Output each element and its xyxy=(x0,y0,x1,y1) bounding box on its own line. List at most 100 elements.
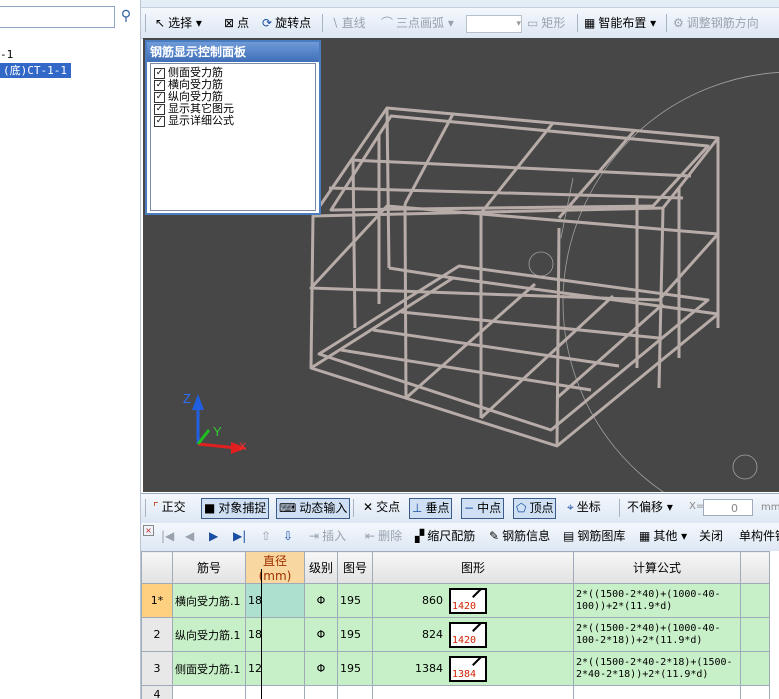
other-icon: ▦ xyxy=(639,529,651,543)
row-number[interactable]: 1* xyxy=(141,583,173,618)
col-header-shape[interactable]: 图形 xyxy=(372,551,574,584)
bar-name-cell[interactable]: 横向受力筋.1 xyxy=(172,583,246,618)
grade-cell[interactable] xyxy=(304,685,338,699)
dynamic-input-button[interactable]: ⌨ 动态输入 xyxy=(276,498,351,519)
shape-cell[interactable]: 824 1420 xyxy=(372,617,574,652)
arc-icon: ⌒ xyxy=(381,16,394,30)
perpendicular-snap-button[interactable]: ⊥ 垂点 xyxy=(409,498,453,519)
option-show-detailed-formula[interactable]: ✓ 显示详细公式 xyxy=(154,115,234,127)
smart-layout-button[interactable]: ▦ 智能布置 ▾ xyxy=(584,14,656,32)
table-row[interactable]: 2 纵向受力筋.1 18 Φ 195 824 1420 2*((1500-2*40… xyxy=(141,617,770,652)
tree-item-selected[interactable]: (底)CT-1-1 xyxy=(0,63,71,78)
first-record-icon[interactable]: |◀ xyxy=(159,527,176,546)
line-icon: ∖ xyxy=(331,16,339,30)
midpoint-snap-button[interactable]: − 中点 xyxy=(461,498,505,519)
extra-cell xyxy=(740,617,770,652)
shape-cell[interactable]: 860 1420 xyxy=(372,583,574,618)
adjust-direction-button[interactable]: ⚙ 调整钢筋方向 xyxy=(673,14,759,32)
checkbox-checked-icon[interactable]: ✓ xyxy=(154,67,165,79)
col-header-bar-no[interactable]: 筋号 xyxy=(172,551,246,584)
rebar-info-button[interactable]: ✎ 钢筋信息 xyxy=(487,527,552,546)
fig-no-cell[interactable]: 195 xyxy=(337,583,373,618)
close-icon[interactable]: × xyxy=(143,525,154,536)
col-header-formula[interactable]: 计算公式 xyxy=(573,551,741,584)
box-x-icon: ⊠ xyxy=(224,16,235,30)
grade-cell[interactable]: Φ xyxy=(304,583,338,618)
table-row[interactable]: 1* 横向受力筋.1 18 Φ 195 860 1420 2*((1500-2*4… xyxy=(141,583,770,618)
arc-param-select[interactable]: ▾ xyxy=(466,15,522,33)
checkbox-checked-icon[interactable]: ✓ xyxy=(154,91,165,103)
insert-icon: ⇥ xyxy=(309,529,320,543)
move-up-icon[interactable]: ⇧ xyxy=(259,527,273,546)
formula-cell[interactable] xyxy=(573,685,741,699)
shape-cell[interactable] xyxy=(372,685,574,699)
select-tool[interactable]: ↖ 选择 ▾ xyxy=(155,14,202,32)
next-record-icon[interactable]: ▶ xyxy=(207,527,220,546)
fig-no-cell[interactable]: 195 xyxy=(337,617,373,652)
tree-item[interactable]: -1 xyxy=(0,48,13,61)
row-number[interactable]: 2 xyxy=(141,617,173,652)
checkbox-checked-icon[interactable]: ✓ xyxy=(154,115,165,127)
diameter-cell[interactable]: 18 xyxy=(245,583,305,618)
offset-mode-select[interactable]: 不偏移 ▾ xyxy=(627,498,685,517)
draw-toolbar: ↖ 选择 ▾ ⊠ 点 ⟳ 旋转点 ∖ 直线 ⌒ 三点画弧 ▾ ▾ ▭ 矩形 ▦ 智能布置 ▾ … xyxy=(141,8,779,39)
hook-shape-icon: 1420 xyxy=(449,587,487,614)
snap-toolbar: ⌜ 正交 ■ 对象捕捉 ⌨ 动态输入 ✕ 交点 ⊥ 垂点 − 中点 ⬠ 顶点 ⌖ 坐标 不偏移 … xyxy=(141,493,779,524)
y-axis-label: Y xyxy=(213,424,222,439)
bar-name-cell[interactable]: 侧面受力筋.1 xyxy=(172,651,246,686)
menu-strip-cropped xyxy=(141,0,779,8)
table-row[interactable]: 3 侧面受力筋.1 12 Φ 195 1384 1384 2*((1500-2*4… xyxy=(141,651,770,686)
diameter-cell[interactable] xyxy=(245,685,305,699)
checkbox-checked-icon[interactable]: ✓ xyxy=(154,103,165,115)
shape-length: 860 xyxy=(422,593,443,607)
grade-cell[interactable]: Φ xyxy=(304,617,338,652)
arc-tool[interactable]: ⌒ 三点画弧 ▾ xyxy=(381,14,454,32)
insert-button[interactable]: ⇥ 插入 xyxy=(307,527,348,546)
single-member-button[interactable]: 单构件钢 xyxy=(737,527,779,546)
ortho-button[interactable]: ⌜ 正交 xyxy=(151,498,188,517)
hook-shape-icon: 1420 xyxy=(449,621,487,648)
x-offset-input[interactable]: 0 xyxy=(703,499,753,516)
point-tool[interactable]: ⊠ 点 xyxy=(224,14,249,32)
delete-button[interactable]: ⇤ 删除 xyxy=(363,527,404,546)
formula-cell[interactable]: 2*((1500-2*40)+(1000-40-100))+2*(11.9*d) xyxy=(573,583,741,618)
fig-no-cell[interactable] xyxy=(337,685,373,699)
col-header-fig-no[interactable]: 图号 xyxy=(337,551,373,584)
vertex-snap-button[interactable]: ⬠ 顶点 xyxy=(513,498,557,519)
col-header-grade[interactable]: 级别 xyxy=(304,551,338,584)
ortho-icon: ⌜ xyxy=(153,500,159,514)
close-grid-button[interactable]: 关闭 xyxy=(697,527,725,546)
intersection-snap-button[interactable]: ✕ 交点 xyxy=(361,498,402,517)
rebar-table: 筋号 直径(mm) 级别 图号 图形 计算公式 1* 横向受力筋.1 18 Φ … xyxy=(141,551,779,699)
col-header-diameter[interactable]: 直径(mm) xyxy=(245,551,305,584)
shape-cell[interactable]: 1384 1384 xyxy=(372,651,574,686)
extra-cell xyxy=(740,651,770,686)
row-number[interactable]: 3 xyxy=(141,651,173,686)
other-menu-button[interactable]: ▦ 其他 ▾ xyxy=(637,527,689,546)
cross-icon: ✕ xyxy=(363,500,374,514)
coordinate-snap-button[interactable]: ⌖ 坐标 xyxy=(565,498,603,517)
bar-name-cell[interactable]: 纵向受力筋.1 xyxy=(172,617,246,652)
grade-cell[interactable]: Φ xyxy=(304,651,338,686)
line-tool[interactable]: ∖ 直线 xyxy=(331,14,366,32)
rotate-point-tool[interactable]: ⟳ 旋转点 xyxy=(262,14,311,32)
rebar-library-button[interactable]: ▤ 钢筋图库 xyxy=(561,527,627,546)
move-down-icon[interactable]: ⇩ xyxy=(281,527,295,546)
rect-tool[interactable]: ▭ 矩形 xyxy=(527,14,565,32)
diameter-cell[interactable]: 12 xyxy=(245,651,305,686)
search-icon[interactable]: ⚲ xyxy=(116,6,136,26)
snap-button[interactable]: ■ 对象捕捉 xyxy=(201,498,270,519)
scale-bar-button[interactable]: ▞ 缩尺配筋 xyxy=(413,527,477,546)
search-input[interactable] xyxy=(0,6,115,28)
bar-name-cell[interactable] xyxy=(172,685,246,699)
formula-cell[interactable]: 2*((1500-2*40-2*18)+(1500-2*40-2*18))+2*… xyxy=(573,651,741,686)
formula-cell[interactable]: 2*((1500-2*40)+(1000-40-100-2*18))+2*(11… xyxy=(573,617,741,652)
table-row[interactable]: 4 xyxy=(141,685,770,699)
last-record-icon[interactable]: ▶| xyxy=(231,527,248,546)
row-number[interactable]: 4 xyxy=(141,685,173,699)
fig-no-cell[interactable]: 195 xyxy=(337,651,373,686)
diameter-cell[interactable]: 18 xyxy=(245,617,305,652)
x-axis-label: X xyxy=(239,441,247,453)
prev-record-icon[interactable]: ◀ xyxy=(183,527,196,546)
checkbox-checked-icon[interactable]: ✓ xyxy=(154,79,165,91)
